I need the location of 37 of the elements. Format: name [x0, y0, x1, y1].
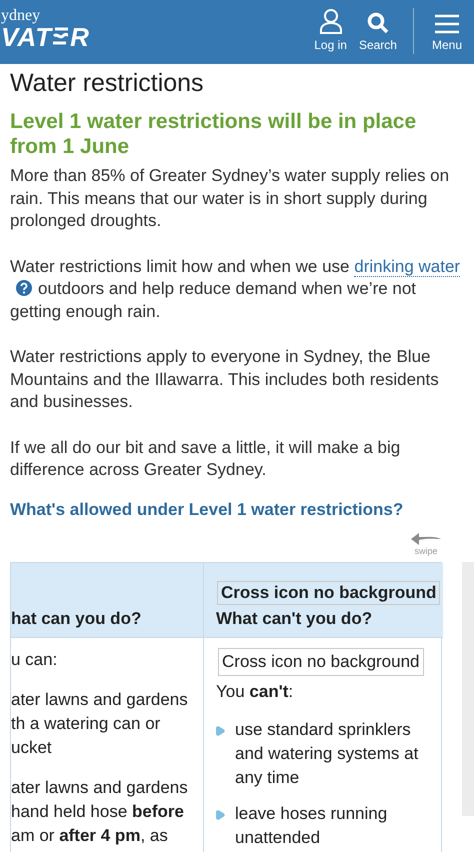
column-heading: What can't you do? [216, 608, 374, 628]
cell-text: ucket [11, 736, 53, 758]
bullet-icon [216, 810, 225, 820]
paragraph: Water restrictions apply to everyone in Sydney, the Blue Mountains and the Illawarra. This includes both residents and businesses. [10, 346, 440, 413]
menu-button[interactable]: Menu [426, 0, 474, 64]
column-heading: hat can you do? [11, 608, 142, 628]
swipe-hint: swipe [410, 532, 442, 556]
image-alt-text: Cross icon no background [218, 648, 424, 676]
paragraph: More than 85% of Greater Sydney’s water supply relies on rain. This means that our water is in short supply during prolonged droughts. [10, 165, 450, 232]
help-icon[interactable] [16, 280, 32, 296]
paragraph: If we all do our bit and save a little, it will make a big difference across Greater Sydney. [10, 436, 402, 481]
list-item: use standard sprinklers and watering systems at any time [235, 718, 420, 788]
cell-text: am or after 4 pm, as [11, 824, 169, 846]
paragraph: Water restrictions limit how and when we use drinking water outdoors and help reduce demand when we’re not getting enough rain. [10, 256, 462, 322]
cell-text: ater lawns and gardens [11, 688, 189, 710]
cell-text: u can: [11, 648, 58, 670]
menu-icon [434, 14, 460, 34]
search-icon [366, 12, 389, 34]
page-title: Water restrictions [10, 68, 205, 98]
cell-text: You can't: [216, 680, 294, 702]
section-heading: What's allowed under Level 1 water restrictions? [10, 498, 404, 520]
image-alt-text: Cross icon no background [217, 580, 440, 604]
user-icon [318, 8, 343, 34]
logo-text: VAT [1, 24, 52, 50]
search-button[interactable]: Search [352, 0, 403, 64]
login-button[interactable]: Log in [308, 0, 353, 64]
cell-text: hand held hose before [11, 800, 185, 822]
logo-text: ydney [1, 8, 42, 24]
arrow-icon [410, 532, 442, 546]
headline: Level 1 water restrictions will be in place from 1 June [10, 109, 418, 159]
list-item: leave hoses running unattended [235, 802, 388, 848]
bullet-icon [216, 726, 225, 736]
logo-text: R [70, 24, 90, 50]
cell-text: ater lawns and gardens [11, 776, 189, 798]
wave-icon [52, 26, 70, 46]
cell-text: th a watering can or [11, 712, 162, 734]
link[interactable]: drinking water [354, 256, 460, 276]
